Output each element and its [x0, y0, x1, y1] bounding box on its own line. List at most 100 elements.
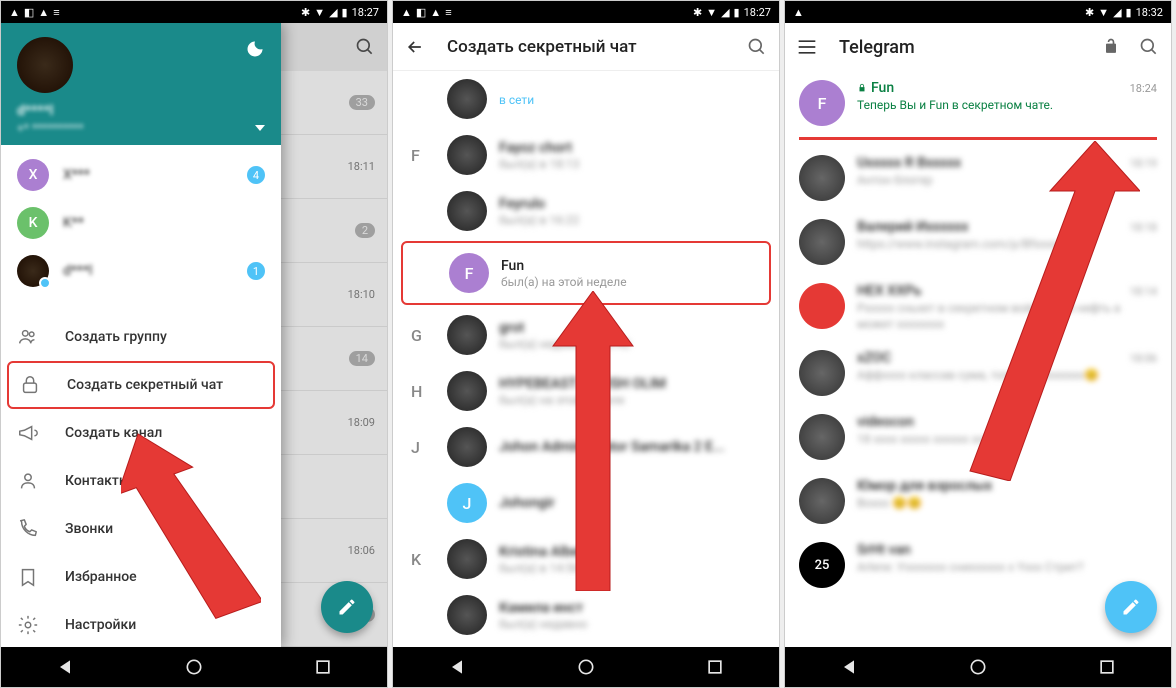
item-label: Избранное — [65, 569, 137, 585]
drawer-header[interactable]: d****l +* ********** — [1, 23, 281, 145]
search-icon[interactable] — [747, 37, 767, 57]
android-nav-bar — [1, 647, 387, 687]
group-icon — [17, 326, 39, 348]
chat-row[interactable]: НЕX XXPь18:14Рxxxxx сньхет в секретном в… — [785, 274, 1171, 341]
avatar — [447, 371, 487, 411]
chevron-down-icon[interactable] — [255, 125, 265, 131]
chat-list[interactable]: F Fun 18:24 Теперь Вы и Fun в секретном … — [785, 71, 1171, 647]
home-button[interactable] — [576, 657, 596, 677]
main-header: Telegram — [785, 23, 1171, 71]
contact-row[interactable]: JJohon Administrator Samarika 2 E... — [393, 419, 779, 475]
contact-row[interactable]: Feyruloбыл(а) в 16:22 — [393, 183, 779, 239]
settings-item[interactable]: Настройки — [1, 601, 281, 649]
new-group-item[interactable]: Создать группу — [1, 313, 281, 361]
chat-preview: Рxxxxx сньхет в секретном войне кахи неф… — [857, 301, 1157, 332]
calls-item[interactable]: Звонки — [1, 505, 281, 553]
contacts-item[interactable]: Контакты — [1, 457, 281, 505]
android-nav-bar — [393, 647, 779, 687]
item-label: Создать секретный чат — [67, 377, 223, 393]
bluetooth-icon: ✱ — [301, 6, 310, 19]
notif-icon: ▲ — [9, 6, 20, 19]
pencil-icon — [1121, 597, 1141, 617]
chat-row[interactable]: Uxxxxx R Bxxxxx18:19Антон блогер — [785, 146, 1171, 210]
compose-fab[interactable] — [321, 581, 373, 633]
contact-row[interactable]: Ggrotбыл(а) недавно в 20:42 — [393, 307, 779, 363]
saved-item[interactable]: Избранное — [1, 553, 281, 601]
status-bar: ▲ ◧ ▲ ≡ ✱ ▼ ◢ ▮ 18:27 — [1, 1, 387, 23]
chat-row[interactable]: videocon18 xxxx xxxxx xxxxxx xxxxxxxx — [785, 405, 1171, 469]
contact-row[interactable]: Камила инстбыл(а) недавно — [393, 587, 779, 643]
chat-time: 18:24 — [1130, 82, 1157, 95]
chat-preview: https://www.instagram.com/p/Bfxxxxxx — [857, 237, 1157, 253]
recent-button[interactable] — [705, 657, 725, 677]
item-label: Создать группу — [65, 329, 167, 345]
drawer-account[interactable]: d***l 1 — [1, 247, 281, 295]
phone-2-contact-picker: ▲◧▲≡ ✱▼◢▮18:27 Создать секретный чат в с… — [392, 0, 780, 688]
phone-icon — [17, 518, 39, 540]
drawer-account[interactable]: X X*** 4 — [1, 151, 281, 199]
contact-row[interactable]: KKristina Albergesбыл(а) в 14:56 — [393, 531, 779, 587]
avatar — [447, 191, 487, 231]
contact-row[interactable]: FFayoz chortбыл(а) в 18:13 — [393, 127, 779, 183]
status-bar: ▲ ✱▼◢▮18:32 — [785, 1, 1171, 23]
drawer-account[interactable]: K K** — [1, 199, 281, 247]
avatar — [799, 283, 845, 329]
chat-name: НЕX XXPь — [857, 283, 922, 299]
avatar: X — [17, 159, 49, 191]
unlock-icon[interactable] — [1101, 37, 1121, 57]
avatar — [799, 478, 845, 524]
contact-row[interactable]: JJohongir — [393, 475, 779, 531]
bg-time: 18:11 — [348, 160, 375, 173]
chat-row[interactable]: Baлерий Иxxxxxx18:18https://www.instagra… — [785, 210, 1171, 274]
section-letter: H — [411, 382, 422, 401]
contact-row[interactable]: в сети — [393, 71, 779, 127]
avatar — [447, 135, 487, 175]
lock-icon — [19, 374, 41, 396]
contact-status: был(а) недавно — [499, 617, 587, 631]
back-button[interactable] — [447, 657, 467, 677]
contact-status: был(а) в 14:56 — [499, 561, 606, 575]
contact-status: был(а) в 18:13 — [499, 157, 579, 171]
home-button[interactable] — [968, 657, 988, 677]
contact-row[interactable]: HHYPEBEAST SOTISH OLIMбыл(а) на этой нед… — [393, 363, 779, 419]
new-channel-item[interactable]: Создать канал — [1, 409, 281, 457]
contact-name: Feyrulo — [499, 196, 579, 212]
megaphone-icon — [17, 422, 39, 444]
user-avatar[interactable] — [17, 37, 73, 93]
new-secret-chat-item[interactable]: Создать секретный чат — [9, 363, 273, 407]
contact-row[interactable]: FFunбыл(а) на этой неделе — [403, 243, 769, 303]
unread-badge: 33 — [349, 95, 375, 110]
gear-icon — [17, 614, 39, 636]
chat-preview: Антон блогер — [857, 173, 1157, 189]
search-icon[interactable] — [1139, 37, 1159, 57]
back-button[interactable] — [55, 657, 75, 677]
avatar — [447, 315, 487, 355]
compose-fab[interactable] — [1105, 581, 1157, 633]
user-name: d****l — [17, 103, 265, 119]
contact-name: Kristina Alberges — [499, 544, 606, 560]
chat-preview: Aффxxxx классав сума, топовые xxxxxxx😊 — [857, 368, 1157, 384]
back-button[interactable] — [839, 657, 859, 677]
recent-button[interactable] — [313, 657, 333, 677]
home-button[interactable] — [184, 657, 204, 677]
contact-status: был(а) на этой неделе — [501, 275, 627, 289]
chat-row[interactable]: xZOC18:06Aффxxxx классав сума, топовые x… — [785, 341, 1171, 405]
avatar — [447, 79, 487, 119]
back-arrow-icon[interactable] — [405, 37, 425, 57]
chat-row[interactable]: Юмор для взрослыхВоxxx 😊😊 — [785, 469, 1171, 533]
recent-button[interactable] — [1097, 657, 1117, 677]
bg-time: 18:06 — [348, 544, 375, 557]
account-name: X*** — [63, 167, 90, 183]
contact-name: HYPEBEAST SOTISH OLIM — [499, 376, 666, 392]
moon-icon[interactable] — [245, 39, 265, 59]
badge: 4 — [247, 166, 265, 184]
item-label: Настройки — [65, 617, 136, 633]
phone-3-chat-list: ▲ ✱▼◢▮18:32 Telegram F Fun 18:24 Теперь … — [784, 0, 1172, 688]
chat-preview: Arlene: Уxxxxxxx сниxxxxxx x Yxxx Стрит? — [857, 560, 1157, 576]
contact-list[interactable]: в сетиFFayoz chortбыл(а) в 18:13Feyruloб… — [393, 71, 779, 647]
avatar — [447, 539, 487, 579]
unread-badge: 2 — [355, 223, 375, 238]
hamburger-icon[interactable] — [797, 39, 817, 55]
secret-chat-row[interactable]: F Fun 18:24 Теперь Вы и Fun в секретном … — [785, 71, 1171, 135]
picker-title: Создать секретный чат — [447, 37, 637, 57]
